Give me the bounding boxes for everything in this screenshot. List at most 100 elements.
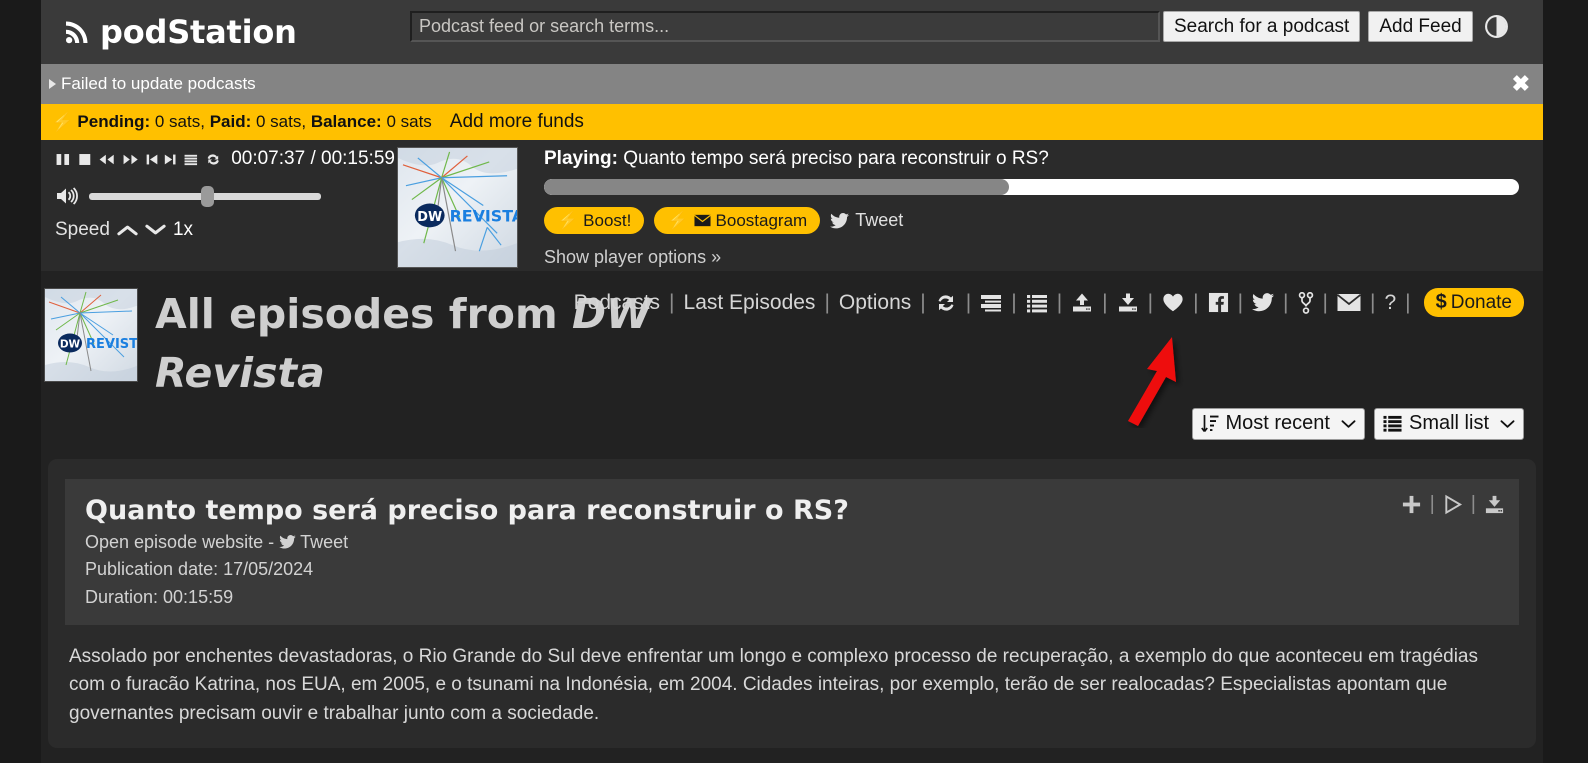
pending-value: 0 sats, — [154, 112, 205, 131]
nav-last-episodes[interactable]: Last Episodes — [684, 291, 816, 315]
page-left-gutter — [0, 0, 41, 763]
nav-separator: | — [824, 290, 830, 314]
small-list-view-icon[interactable] — [1026, 293, 1048, 313]
add-feed-button[interactable]: Add Feed — [1368, 11, 1473, 42]
nav-options[interactable]: Options — [839, 291, 911, 315]
help-icon[interactable]: ? — [1384, 291, 1396, 315]
page-title-prefix: All episodes from — [155, 290, 572, 338]
nav-separator: | — [1056, 290, 1063, 314]
playing-title: Quanto tempo será preciso para reconstru… — [623, 148, 1049, 169]
donate-button[interactable]: $ Donate — [1423, 288, 1524, 317]
fast-forward-icon[interactable] — [122, 150, 139, 169]
nav-separator: | — [1283, 290, 1289, 314]
top-nav: Podcasts | Last Episodes | Options | | | — [574, 288, 1524, 317]
episode-action-separator: | — [1470, 492, 1476, 515]
svg-text:REVISTA: REVISTA — [86, 337, 138, 352]
upload-icon[interactable] — [1071, 292, 1093, 313]
nav-podcasts[interactable]: Podcasts — [574, 291, 660, 315]
app-root: podStation Search for a podcast Add Feed… — [0, 0, 1588, 763]
lightning-bolt-icon: ⚡ — [51, 111, 74, 132]
volume-control[interactable] — [55, 185, 395, 207]
view-select[interactable]: Small list — [1373, 407, 1524, 440]
mail-icon[interactable] — [1336, 293, 1361, 312]
update-error-text: Failed to update podcasts — [61, 74, 256, 93]
chevron-down-icon[interactable] — [145, 223, 166, 237]
nav-separator: | — [669, 290, 675, 314]
episode-list: Quanto tempo será preciso para reconstru… — [48, 458, 1536, 749]
speed-label: Speed — [55, 219, 110, 240]
speaker-volume-icon[interactable] — [55, 185, 81, 207]
pause-icon[interactable] — [55, 150, 71, 169]
player-tweet-label: Tweet — [855, 210, 904, 230]
pending-label: Pending: — [77, 112, 151, 131]
episode-action-separator: | — [1429, 492, 1435, 515]
view-select-value: Small list — [1408, 412, 1489, 435]
loop-icon[interactable] — [205, 150, 221, 169]
playback-progress-track[interactable] — [544, 179, 1519, 195]
nav-separator: | — [920, 290, 926, 314]
volume-slider-track[interactable] — [89, 185, 321, 207]
artwork-image: DW REVISTA — [398, 148, 517, 267]
large-list-view-icon[interactable] — [980, 293, 1002, 313]
episode-tweet-link[interactable]: Tweet — [300, 532, 348, 552]
episode-title[interactable]: Quanto tempo será preciso para reconstru… — [85, 495, 1499, 526]
next-track-icon[interactable] — [164, 150, 177, 169]
app-content: podStation Search for a podcast Add Feed… — [41, 0, 1543, 763]
boost-button-label: Boost! — [583, 210, 632, 230]
boostagram-button[interactable]: ⚡ Boostagram — [654, 207, 821, 234]
lightning-bolt-icon: ⚡ — [557, 210, 579, 230]
paid-label: Paid: — [209, 112, 252, 131]
download-icon[interactable] — [1117, 292, 1139, 313]
dollar-icon: $ — [1435, 291, 1447, 313]
previous-track-icon[interactable] — [145, 150, 158, 169]
donate-label: Donate — [1450, 291, 1512, 313]
list-view-icon — [1383, 415, 1402, 432]
nav-separator: | — [1237, 290, 1244, 314]
podcast-thumbnail-image: DW REVISTA — [45, 289, 138, 381]
heart-icon[interactable] — [1162, 292, 1184, 313]
search-podcast-button[interactable]: Search for a podcast — [1163, 11, 1361, 42]
svg-text:DW: DW — [60, 339, 81, 351]
refresh-icon[interactable] — [935, 292, 957, 314]
volume-slider-thumb[interactable] — [201, 185, 215, 207]
facebook-icon[interactable] — [1208, 292, 1229, 313]
nav-separator: | — [1369, 290, 1376, 314]
player-info-column: Playing: Quanto tempo será preciso para … — [544, 148, 1519, 268]
speed-control: Speed 1x — [55, 219, 395, 241]
search-input[interactable] — [410, 11, 1160, 42]
episode-links-row: Open episode website - Tweet — [85, 529, 1499, 556]
sort-select[interactable]: Most recent — [1191, 407, 1365, 440]
time-display: 00:07:37 / 00:15:59 — [231, 148, 395, 169]
funds-bar: ⚡ Pending: 0 sats, Paid: 0 sats, Balance… — [41, 104, 1543, 140]
show-player-options-link[interactable]: Show player options » — [544, 247, 1519, 268]
nav-separator: | — [965, 290, 972, 314]
podcast-thumbnail[interactable]: DW REVISTA — [44, 288, 138, 382]
balance-value: 0 sats — [386, 112, 432, 131]
contrast-half-circle-icon[interactable] — [1484, 14, 1509, 39]
twitter-icon[interactable] — [1252, 293, 1275, 312]
close-icon[interactable]: ✖ — [1512, 73, 1530, 95]
svg-text:REVISTA: REVISTA — [450, 206, 517, 225]
git-branch-icon[interactable] — [1298, 291, 1314, 314]
rewind-icon[interactable] — [98, 150, 115, 169]
chevron-up-icon[interactable] — [117, 223, 138, 237]
add-to-playlist-icon[interactable] — [1401, 494, 1422, 515]
stop-icon[interactable] — [77, 150, 93, 169]
player-artwork[interactable]: DW REVISTA — [397, 147, 518, 268]
update-error-bar[interactable]: Failed to update podcasts ✖ — [41, 64, 1543, 104]
episode-actions: | | — [1401, 493, 1505, 516]
podcast-title-section: DW REVISTA All episodes from DW Revista … — [41, 271, 1543, 404]
playlist-icon[interactable] — [183, 150, 199, 169]
audio-player: 00:07:37 / 00:15:59 Speed 1x DW REVISTA … — [41, 140, 1543, 271]
boost-button[interactable]: ⚡ Boost! — [544, 207, 645, 234]
open-episode-website-link[interactable]: Open episode website — [85, 532, 263, 552]
list-controls: Most recent Small list — [41, 406, 1543, 442]
player-tweet-link[interactable]: Tweet — [830, 210, 903, 231]
play-icon[interactable] — [1443, 494, 1463, 515]
brand[interactable]: podStation — [61, 13, 297, 51]
boost-actions: ⚡ Boost! ⚡ Boostagram Tweet — [544, 207, 1519, 234]
speed-value: 1x — [172, 219, 194, 240]
download-episode-icon[interactable] — [1484, 494, 1505, 515]
add-more-funds-link[interactable]: Add more funds — [450, 111, 584, 133]
episode-item: Quanto tempo será preciso para reconstru… — [65, 478, 1519, 625]
